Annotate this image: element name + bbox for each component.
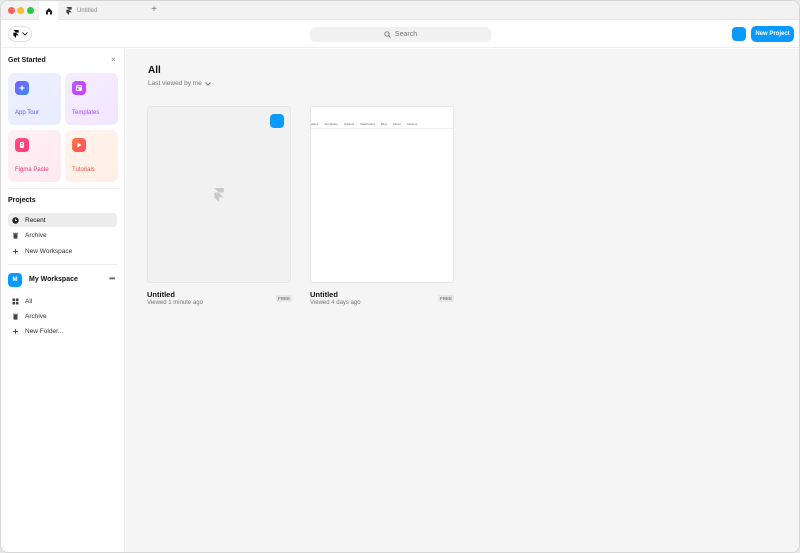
project-meta: Viewed 1 minute ago: [147, 300, 203, 306]
nav-recent[interactable]: Recent: [8, 213, 117, 227]
nav-label: New Folder...: [25, 327, 64, 335]
get-started-title: Get Started: [8, 57, 46, 64]
card-label: Templates: [72, 110, 100, 116]
sort-dropdown[interactable]: Last viewed by me: [148, 80, 211, 87]
tab-document-label: Untitled: [77, 7, 98, 14]
close-icon[interactable]: ×: [111, 56, 116, 64]
nav-label: Archive: [25, 312, 47, 320]
plus-icon: [12, 248, 19, 255]
app-menu-button[interactable]: [8, 26, 32, 42]
plus-icon: [12, 328, 19, 335]
card-tutorials[interactable]: Tutorials: [65, 130, 118, 182]
sort-label: Last viewed by me: [148, 80, 202, 87]
main-content: All Last viewed by me Untitled Viewed 1 …: [126, 49, 799, 552]
nav-new-folder[interactable]: New Folder...: [8, 324, 117, 338]
divider: [8, 264, 118, 265]
sparkle-icon: [15, 81, 29, 95]
sidebar: Get Started × App Tour Templates Figma P…: [1, 49, 125, 552]
plan-badge: FREE: [276, 295, 293, 302]
nav-workspace-archive[interactable]: Archive: [8, 309, 117, 323]
project-thumbnail[interactable]: ellers Templates Jobsets Dashboard Blog …: [310, 106, 454, 283]
nav-label: Recent: [25, 216, 46, 224]
page-title: All: [148, 65, 161, 76]
top-bar: Search New Project: [1, 20, 799, 48]
card-label: App Tour: [15, 110, 39, 116]
workspace-name[interactable]: My Workspace: [29, 276, 78, 283]
search-icon: [384, 31, 391, 38]
project-meta: Viewed 4 days ago: [310, 300, 361, 306]
close-window-button[interactable]: [8, 7, 15, 14]
chevron-down-icon: [204, 81, 211, 86]
card-templates[interactable]: Templates: [65, 73, 118, 125]
chevron-down-icon: [21, 32, 28, 36]
tab-document[interactable]: Untitled: [58, 1, 142, 20]
search-label: Search: [394, 31, 418, 38]
nav-label: New Workspace: [25, 247, 73, 255]
trash-icon: [12, 232, 19, 239]
add-tab-button[interactable]: +: [149, 4, 159, 16]
framer-logo-icon: [214, 188, 224, 202]
divider: [8, 188, 118, 189]
figma-icon: [15, 138, 29, 152]
maximize-window-button[interactable]: [27, 7, 34, 14]
preview-nav-item: Dashboard: [360, 121, 375, 126]
preview-nav-item: ellers: [311, 121, 319, 126]
search-bar[interactable]: Search: [310, 27, 491, 42]
card-app-tour[interactable]: App Tour: [8, 73, 61, 125]
minimize-window-button[interactable]: [17, 7, 24, 14]
clock-icon: [12, 216, 19, 224]
preview-nav-item: Blog: [380, 121, 387, 126]
project-name[interactable]: Untitled: [147, 290, 175, 299]
workspace-avatar[interactable]: M: [8, 273, 22, 287]
card-label: Tutorials: [72, 167, 95, 173]
new-project-button[interactable]: New Project: [751, 26, 794, 42]
home-icon: [45, 7, 52, 14]
projects-title: Projects: [8, 197, 36, 204]
card-label: Figma Paste: [15, 167, 49, 173]
preview-nav-item: Jobsets: [343, 121, 355, 126]
template-icon: [72, 81, 86, 95]
play-icon: [72, 138, 86, 152]
preview-nav-item: Careers: [406, 121, 418, 126]
project-thumbnail[interactable]: [147, 106, 291, 283]
user-avatar-button[interactable]: [732, 27, 746, 41]
preview-nav-item: Templates: [324, 121, 338, 126]
preview-nav-item: About: [392, 121, 401, 126]
tab-bar: Untitled +: [1, 1, 799, 20]
tab-home[interactable]: [39, 1, 58, 20]
card-figma-paste[interactable]: Figma Paste: [8, 130, 61, 182]
project-badge-square: [270, 114, 284, 128]
project-name[interactable]: Untitled: [310, 290, 338, 299]
preview-navbar: ellers Templates Jobsets Dashboard Blog …: [311, 119, 453, 129]
framer-logo-icon: [12, 30, 19, 38]
plan-badge: FREE: [438, 295, 455, 302]
nav-archive[interactable]: Archive: [8, 228, 117, 242]
nav-all[interactable]: All: [8, 294, 117, 308]
nav-label: All: [25, 297, 33, 305]
trash-icon: [12, 313, 19, 320]
more-options-icon[interactable]: •••: [109, 274, 115, 283]
app-window: Untitled + Search New Project Get Starte…: [0, 0, 800, 553]
framer-logo-icon: [66, 6, 72, 15]
nav-new-workspace[interactable]: New Workspace: [8, 244, 117, 258]
grid-icon: [12, 298, 19, 305]
nav-label: Archive: [25, 231, 47, 239]
